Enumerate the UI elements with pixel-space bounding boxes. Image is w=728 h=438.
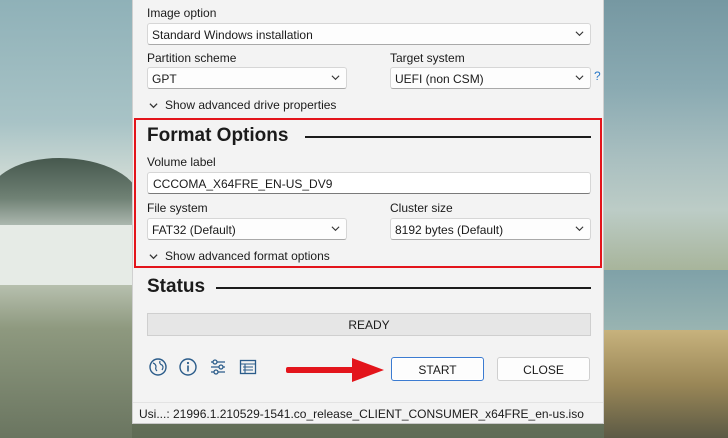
advanced-drive-toggle[interactable]: Show advanced drive properties — [149, 98, 336, 112]
target-system-value: UEFI (non CSM) — [395, 72, 484, 86]
target-system-help-link[interactable]: ? — [594, 69, 601, 83]
image-option-dropdown[interactable]: Standard Windows installation — [147, 23, 591, 45]
globe-icon[interactable] — [148, 357, 168, 377]
image-option-label: Image option — [147, 6, 217, 20]
background-snow — [0, 225, 132, 285]
close-button-label: CLOSE — [523, 363, 564, 377]
info-icon[interactable] — [178, 357, 198, 377]
close-button[interactable]: CLOSE — [497, 357, 590, 381]
partition-scheme-value: GPT — [152, 72, 177, 86]
target-system-label: Target system — [390, 51, 465, 65]
desktop-background-right — [604, 0, 728, 438]
target-system-dropdown[interactable]: UEFI (non CSM) — [390, 67, 591, 89]
chevron-down-icon — [331, 75, 340, 81]
settings-sliders-icon[interactable] — [208, 357, 228, 377]
partition-scheme-label: Partition scheme — [147, 51, 237, 65]
status-text: READY — [348, 318, 390, 332]
status-footer: Usi...: 21996.1.210529-1541.co_release_C… — [133, 402, 603, 423]
status-rule — [216, 287, 591, 289]
highlight-box — [134, 118, 602, 268]
chevron-down-icon — [149, 102, 158, 108]
desktop-background-left — [0, 0, 140, 438]
image-option-value: Standard Windows installation — [152, 28, 313, 42]
partition-scheme-dropdown[interactable]: GPT — [147, 67, 347, 89]
footer-text: Usi...: 21996.1.210529-1541.co_release_C… — [139, 407, 584, 421]
start-button-label: START — [418, 363, 457, 377]
chevron-down-icon — [575, 75, 584, 81]
status-progress-bar: READY — [147, 313, 591, 336]
background-grass — [604, 330, 728, 438]
log-icon[interactable] — [238, 357, 258, 377]
red-arrow-icon — [286, 358, 384, 382]
status-heading: Status — [147, 276, 206, 297]
chevron-down-icon — [575, 31, 584, 37]
start-button[interactable]: START — [391, 357, 484, 381]
advanced-drive-label: Show advanced drive properties — [165, 98, 337, 112]
